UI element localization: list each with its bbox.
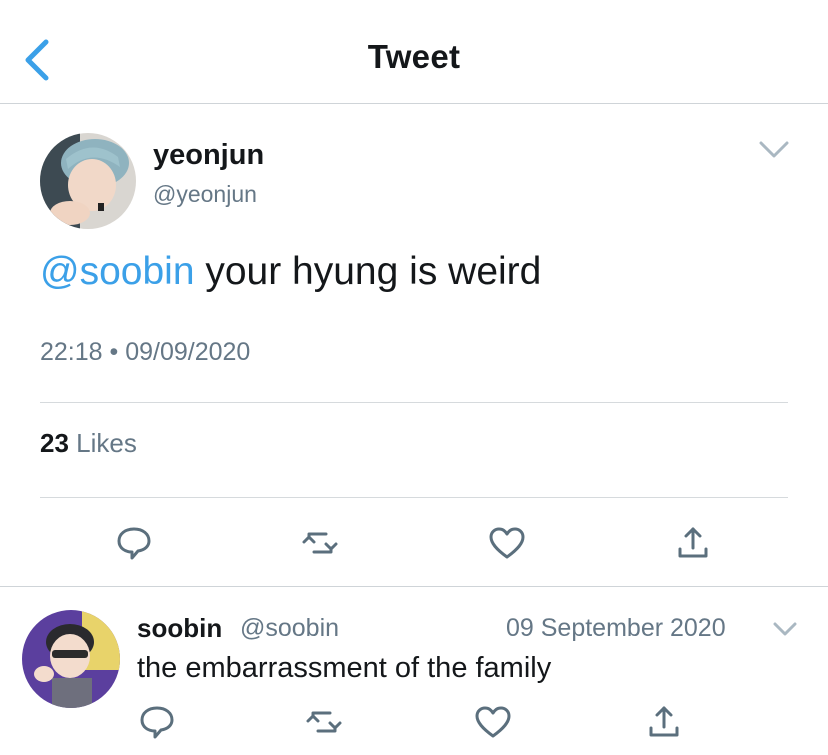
tweet-timestamp: 22:18 • 09/09/2020: [40, 338, 251, 366]
author-handle[interactable]: @yeonjun: [153, 181, 257, 208]
share-icon[interactable]: [644, 702, 684, 742]
like-icon[interactable]: [473, 702, 513, 742]
like-icon[interactable]: [487, 523, 527, 563]
likes-label: Likes: [68, 428, 137, 458]
likes-stat[interactable]: 23 Likes: [40, 428, 137, 459]
avatar[interactable]: [40, 133, 136, 229]
retweet-icon[interactable]: [300, 523, 340, 563]
chevron-down-icon[interactable]: [772, 621, 798, 637]
reply-icon[interactable]: [137, 702, 177, 742]
share-icon[interactable]: [673, 523, 713, 563]
reply-icon[interactable]: [114, 523, 154, 563]
chevron-down-icon[interactable]: [758, 140, 790, 160]
author-handle[interactable]: @soobin: [240, 614, 339, 643]
divider: [40, 497, 788, 498]
tweet-text: the embarrassment of the family: [137, 652, 552, 684]
divider: [0, 586, 828, 587]
author-name[interactable]: soobin: [137, 613, 222, 644]
tweet-date: 09 September 2020: [506, 614, 726, 642]
tweet-text: @soobin your hyung is weird: [40, 250, 541, 294]
page-title: Tweet: [367, 38, 461, 75]
divider: [40, 402, 788, 403]
tweet-body: your hyung is weird: [194, 250, 542, 293]
author-name[interactable]: yeonjun: [153, 139, 264, 172]
retweet-icon[interactable]: [304, 702, 344, 742]
mention-link[interactable]: @soobin: [40, 250, 195, 293]
likes-count: 23: [40, 428, 69, 458]
avatar[interactable]: [22, 610, 120, 708]
